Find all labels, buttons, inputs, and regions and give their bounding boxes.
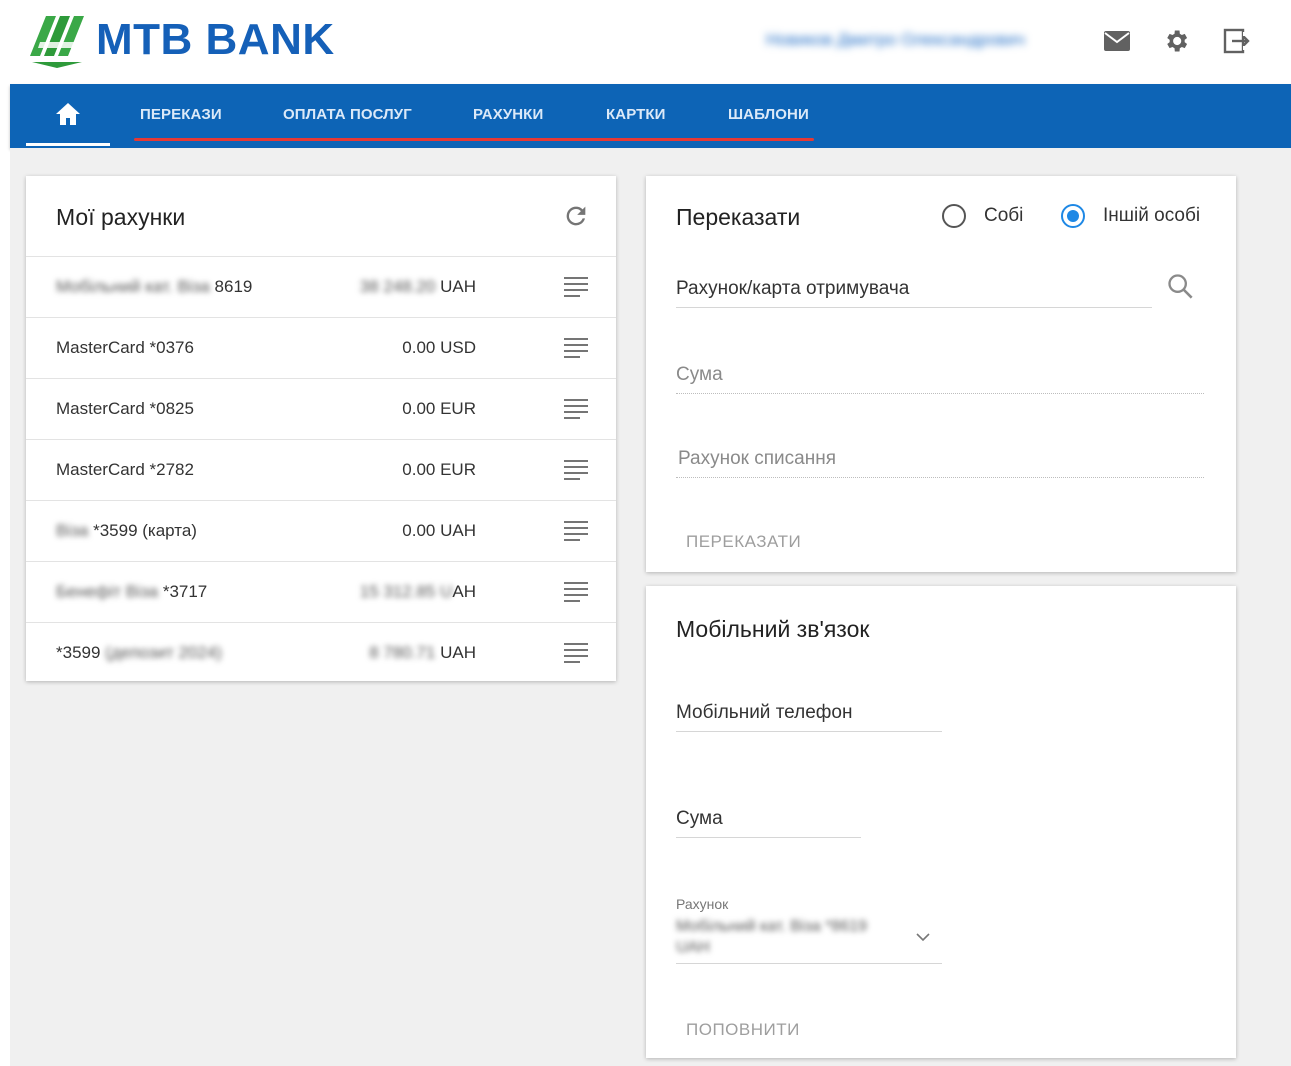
balance-value: 0.00	[402, 399, 436, 418]
currency: USD	[440, 338, 476, 357]
currency: EUR	[440, 460, 476, 479]
nav-transfers[interactable]: ПЕРЕКАЗИ	[140, 106, 222, 123]
selected-account: Мобільний кат. Віза *8619 UAH	[676, 918, 868, 956]
account-row[interactable]: MasterCard *2782 0.00 EUR	[26, 439, 616, 500]
account-name-hidden: Віза	[56, 521, 94, 540]
account-number: 8619	[214, 277, 253, 296]
nav-accounts[interactable]: РАХУНКИ	[473, 106, 543, 123]
debit-account-select[interactable]: Рахунок списання	[676, 448, 1204, 478]
amount-placeholder: Сума	[676, 364, 723, 385]
chevron-down-icon	[916, 933, 930, 942]
account-name: Мобільний кат. Віза 8619	[56, 277, 252, 297]
balance-value: 0.00	[402, 460, 436, 479]
logout-icon[interactable]	[1221, 26, 1251, 56]
nav-payments[interactable]: ОПЛАТА ПОСЛУГ	[283, 106, 412, 123]
menu-icon[interactable]	[562, 397, 590, 421]
currency: EUR	[440, 399, 476, 418]
menu-icon[interactable]	[562, 641, 590, 665]
account-number: *3599	[56, 643, 101, 662]
home-icon	[56, 102, 80, 125]
recipient-input[interactable]: Рахунок/карта отримувача	[676, 278, 1152, 308]
nav-templates[interactable]: ШАБЛОНИ	[728, 106, 809, 123]
menu-icon[interactable]	[562, 580, 590, 604]
topup-account-select[interactable]: Мобільний кат. Віза *8619 UAH	[676, 914, 942, 964]
transfer-title: Переказати	[676, 204, 801, 230]
balance-hidden: 15 312.85 U	[359, 582, 453, 601]
refresh-icon[interactable]	[562, 202, 590, 230]
account-balance: 0.00 EUR	[402, 399, 476, 419]
menu-icon[interactable]	[562, 458, 590, 482]
radio-self[interactable]: Собі	[942, 204, 1023, 228]
currency: AH	[452, 582, 476, 601]
topup-button[interactable]: ПОПОВНИТИ	[686, 1020, 800, 1040]
bank-logo[interactable]: MTB BANK	[26, 12, 335, 68]
currency: UAH	[440, 277, 476, 296]
radio-other-label: Іншій особі	[1103, 205, 1201, 226]
account-name: *3599 (депозит 2024)	[56, 643, 222, 663]
menu-icon[interactable]	[562, 275, 590, 299]
gear-icon[interactable]	[1161, 26, 1191, 56]
account-row[interactable]: MasterCard *0825 0.00 EUR	[26, 378, 616, 439]
radio-other-person[interactable]: Іншій особі	[1061, 204, 1200, 228]
main-nav: ПЕРЕКАЗИ ОПЛАТА ПОСЛУГ РАХУНКИ КАРТКИ ША…	[10, 84, 1291, 148]
mail-icon[interactable]	[1102, 26, 1132, 56]
account-name-hidden: Бенефіт Віза	[56, 582, 163, 601]
radio-self-label: Собі	[984, 205, 1024, 226]
account-name: Віза *3599 (карта)	[56, 521, 197, 541]
top-header: MTB BANK Новиков Дмитро Олександрович	[0, 0, 1291, 84]
bank-name: MTB BANK	[96, 15, 335, 64]
accounts-card: Мої рахунки Мобільний кат. Віза 8619 38 …	[26, 176, 616, 681]
balance-hidden: 8 780.71	[369, 643, 441, 662]
topup-amount-input[interactable]: Сума	[676, 808, 861, 838]
account-row[interactable]: MasterCard *0376 0.00 USD	[26, 317, 616, 378]
account-name: MasterCard *0825	[56, 399, 194, 418]
account-balance: 38 248.20 UAH	[360, 277, 476, 297]
account-name: Бенефіт Віза *3717	[56, 582, 207, 602]
account-select-label: Рахунок	[676, 896, 729, 912]
radio-unchecked-icon	[942, 204, 966, 228]
nav-highlight	[134, 138, 814, 141]
account-balance: 15 312.85 UAH	[360, 582, 476, 602]
account-row[interactable]: Бенефіт Віза *3717 15 312.85 UAH	[26, 561, 616, 622]
mobile-topup-card: Мобільний зв'язок Мобільний телефон Сума…	[646, 586, 1236, 1058]
logo-mark-icon	[30, 16, 84, 68]
account-row[interactable]: Мобільний кат. Віза 8619 38 248.20 UAH	[26, 256, 616, 317]
nav-cards[interactable]: КАРТКИ	[606, 106, 666, 123]
account-row[interactable]: *3599 (депозит 2024) 8 780.71 UAH	[26, 622, 616, 683]
radio-checked-icon	[1061, 204, 1085, 228]
account-name: MasterCard *0376	[56, 338, 194, 357]
user-name[interactable]: Новиков Дмитро Олександрович	[766, 30, 1078, 52]
account-number: *3599 (карта)	[93, 521, 197, 540]
account-row[interactable]: Віза *3599 (карта) 0.00 UAH	[26, 500, 616, 561]
account-balance: 0.00 UAH	[402, 521, 476, 541]
topup-amount-placeholder: Сума	[676, 808, 723, 829]
phone-placeholder: Мобільний телефон	[676, 702, 853, 723]
balance-value: 0.00	[402, 338, 436, 357]
account-name: MasterCard *2782	[56, 460, 194, 479]
phone-input[interactable]: Мобільний телефон	[676, 702, 942, 732]
mobile-title: Мобільний зв'язок	[676, 616, 870, 642]
account-name-hidden: (депозит 2024)	[100, 643, 222, 662]
currency: UAH	[440, 521, 476, 540]
account-balance: 0.00 EUR	[402, 460, 476, 480]
balance-hidden: 38 248.20	[359, 277, 441, 296]
balance-value: 0.00	[402, 521, 436, 540]
currency: UAH	[440, 643, 476, 662]
account-balance: 0.00 USD	[402, 338, 476, 358]
debit-placeholder: Рахунок списання	[678, 448, 837, 469]
page: MTB BANK Новиков Дмитро Олександрович ПЕ…	[0, 0, 1291, 1066]
recipient-placeholder: Рахунок/карта отримувача	[676, 278, 910, 299]
menu-icon[interactable]	[562, 336, 590, 360]
account-name-hidden: Мобільний кат. Віза	[56, 277, 215, 296]
transfer-card: Переказати Собі Іншій особі Рахунок/карт…	[646, 176, 1236, 572]
menu-icon[interactable]	[562, 519, 590, 543]
amount-input[interactable]: Сума	[676, 364, 1204, 394]
search-icon[interactable]	[1166, 272, 1194, 300]
transfer-button[interactable]: ПЕРЕКАЗАТИ	[686, 532, 801, 552]
accounts-title: Мої рахунки	[56, 204, 186, 230]
account-balance: 8 780.71 UAH	[369, 643, 476, 663]
nav-home[interactable]	[26, 84, 110, 146]
account-number: *3717	[162, 582, 208, 601]
